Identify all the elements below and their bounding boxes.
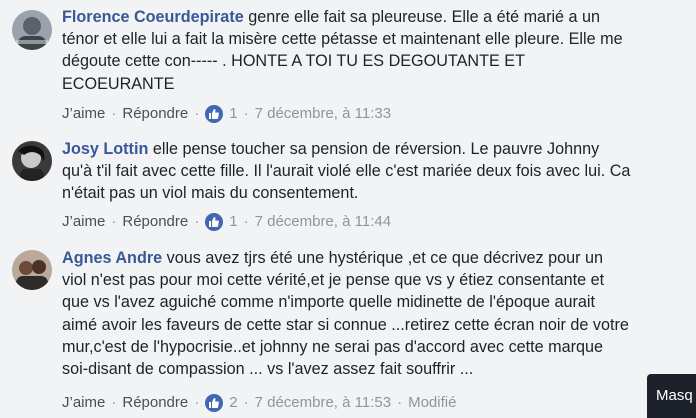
- timestamp[interactable]: 7 décembre, à 11:53: [255, 393, 391, 413]
- reaction-count[interactable]: 2: [229, 393, 237, 413]
- reply-link[interactable]: Répondre: [122, 104, 188, 124]
- reaction-count[interactable]: 1: [229, 104, 237, 124]
- comment-text: Agnes Andre vous avez tjrs été une hysté…: [62, 249, 629, 379]
- comment-author[interactable]: Agnes Andre: [62, 249, 162, 267]
- comment-actions: J’aime · Répondre · 1 · 7 décembre, à 11…: [62, 104, 392, 124]
- avatar[interactable]: [12, 10, 52, 50]
- like-link[interactable]: J’aime: [62, 393, 105, 413]
- like-link[interactable]: J’aime: [62, 212, 105, 232]
- comment-author[interactable]: Florence Coeurdepirate: [62, 8, 244, 26]
- comment-text: Florence Coeurdepirate genre elle fait s…: [62, 8, 623, 93]
- like-link[interactable]: J’aime: [62, 104, 105, 124]
- thumbs-up-icon[interactable]: [205, 105, 224, 123]
- comment-author[interactable]: Josy Lottin: [62, 140, 148, 158]
- timestamp[interactable]: 7 décembre, à 11:44: [255, 212, 391, 232]
- mask-button[interactable]: Masq: [647, 374, 696, 418]
- comment-actions: J’aime · Répondre · 1 · 7 décembre, à 11…: [62, 212, 392, 232]
- reply-link[interactable]: Répondre: [122, 393, 188, 413]
- avatar[interactable]: [12, 141, 52, 181]
- timestamp[interactable]: 7 décembre, à 11:33: [255, 104, 391, 124]
- reply-link[interactable]: Répondre: [122, 212, 188, 232]
- thumbs-up-icon[interactable]: [205, 394, 224, 412]
- comment-actions: J’aime · Répondre · 2 · 7 décembre, à 11…: [62, 393, 457, 413]
- edited-label[interactable]: Modifié: [408, 393, 456, 413]
- avatar[interactable]: [12, 250, 52, 290]
- reaction-count[interactable]: 1: [229, 212, 237, 232]
- thumbs-up-icon[interactable]: [205, 213, 224, 231]
- comment-text: Josy Lottin elle pense toucher sa pensio…: [62, 140, 631, 203]
